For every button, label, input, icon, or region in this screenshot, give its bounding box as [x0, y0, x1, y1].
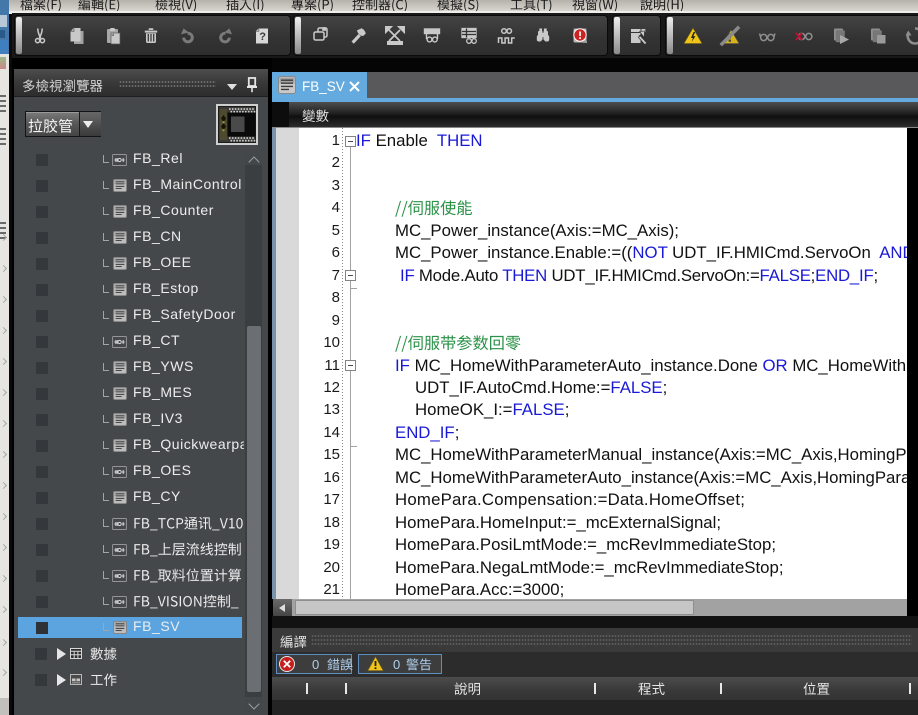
svg-text:?: ?	[259, 31, 266, 43]
